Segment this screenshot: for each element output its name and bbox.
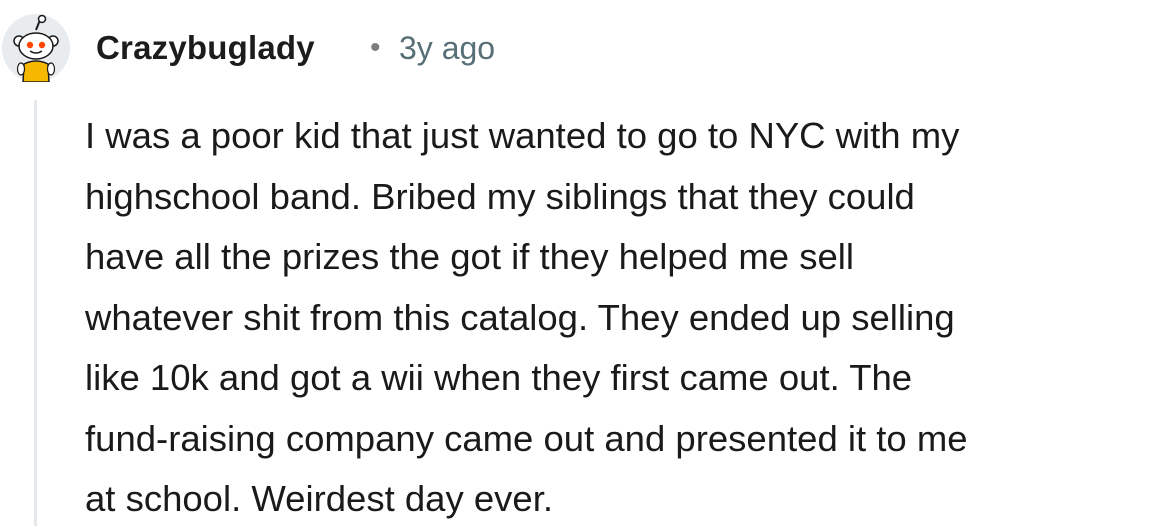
comment-timestamp: 3y ago xyxy=(399,30,496,66)
comment-author[interactable]: Crazybuglady xyxy=(96,28,315,68)
comment-body: I was a poor kid that just wanted to go … xyxy=(85,115,968,519)
comment: Crazybuglady • 3y ago I was a poor kid t… xyxy=(0,0,1163,526)
meta-separator: • xyxy=(370,31,381,64)
thread-line[interactable] xyxy=(34,100,37,526)
snoo-avatar-icon[interactable] xyxy=(2,14,70,83)
comment-header: Crazybuglady • 3y ago xyxy=(0,0,1163,100)
avatar-image xyxy=(2,14,70,83)
